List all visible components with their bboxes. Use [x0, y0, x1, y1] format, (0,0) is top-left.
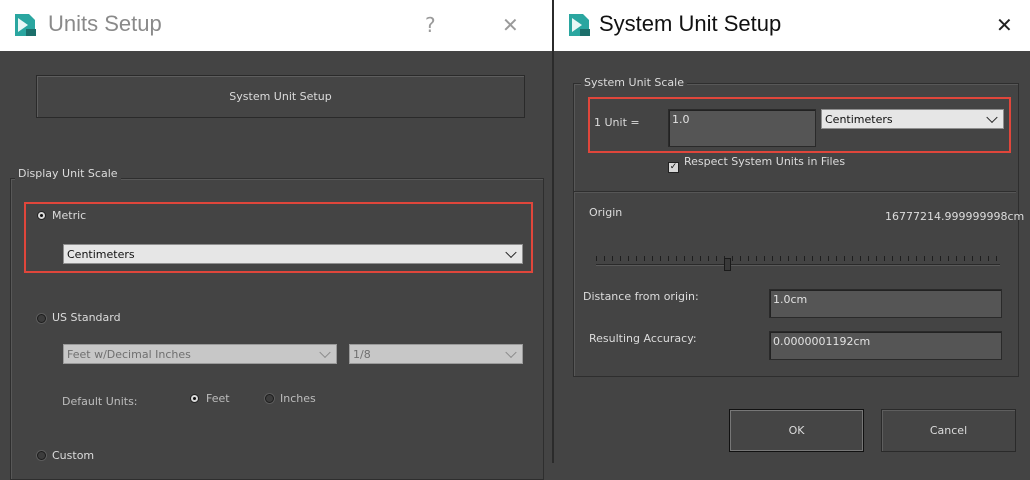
custom-radio[interactable] — [37, 451, 46, 460]
help-icon[interactable]: ? — [425, 13, 436, 37]
feet-radio[interactable] — [190, 394, 199, 403]
distance-from-origin-label: Distance from origin: — [583, 290, 699, 303]
distance-from-origin-field: 1.0cm — [769, 289, 1002, 318]
slider-track — [596, 264, 1000, 265]
resulting-accuracy-label: Resulting Accuracy: — [589, 332, 697, 345]
resulting-accuracy-field: 0.0000001192cm — [769, 331, 1002, 360]
system-unit-setup-titlebar: System Unit Setup ✕ — [554, 0, 1030, 51]
origin-slider[interactable] — [596, 256, 1000, 271]
app-logo-icon — [566, 12, 592, 38]
us-standard-dropdown[interactable]: Feet w/Decimal Inches — [63, 344, 337, 364]
display-unit-scale-legend: Display Unit Scale — [15, 167, 121, 180]
respect-system-units-label: Respect System Units in Files — [684, 155, 846, 168]
us-standard-value: Feet w/Decimal Inches — [67, 347, 191, 361]
metric-highlight — [24, 202, 533, 273]
cancel-button-label: Cancel — [929, 424, 968, 437]
app-logo-icon — [12, 12, 38, 38]
ok-button[interactable]: OK — [729, 409, 864, 452]
custom-label: Custom — [52, 449, 95, 462]
chevron-down-icon — [319, 346, 331, 359]
close-icon[interactable]: ✕ — [502, 13, 519, 37]
us-standard-label: US Standard — [52, 311, 121, 324]
slider-ticks — [596, 256, 1000, 261]
checkmark-icon: ✓ — [669, 162, 678, 172]
slider-thumb[interactable] — [724, 258, 731, 271]
close-icon[interactable]: ✕ — [996, 13, 1013, 37]
group-divider — [574, 191, 1016, 192]
us-fraction-dropdown[interactable]: 1/8 — [349, 344, 523, 364]
origin-value: 16777214.999999998cm — [885, 210, 1025, 223]
units-setup-title: Units Setup — [48, 11, 162, 36]
us-fraction-value: 1/8 — [353, 347, 371, 361]
default-units-label: Default Units: — [62, 395, 138, 408]
feet-label: Feet — [206, 392, 230, 405]
system-unit-setup-button[interactable]: System Unit Setup — [36, 75, 525, 118]
units-setup-body: System Unit Setup Display Unit Scale Met… — [0, 51, 552, 480]
origin-label: Origin — [589, 206, 623, 219]
ok-button-label: OK — [788, 424, 805, 437]
inches-radio[interactable] — [265, 394, 274, 403]
system-unit-setup-button-label: System Unit Setup — [229, 90, 332, 103]
us-standard-radio[interactable] — [37, 314, 46, 323]
units-setup-titlebar: Units Setup ? ✕ — [0, 0, 552, 51]
chevron-down-icon — [505, 346, 517, 359]
system-unit-scale-legend: System Unit Scale — [581, 76, 687, 89]
unit-scale-highlight — [588, 97, 1011, 153]
respect-system-units-checkbox[interactable]: ✓ — [668, 162, 679, 173]
inches-label: Inches — [280, 392, 316, 405]
system-unit-setup-body: System Unit Scale 1 Unit = 1.0 Centimete… — [554, 51, 1030, 463]
system-unit-setup-title: System Unit Setup — [599, 11, 782, 36]
cancel-button[interactable]: Cancel — [881, 409, 1016, 452]
